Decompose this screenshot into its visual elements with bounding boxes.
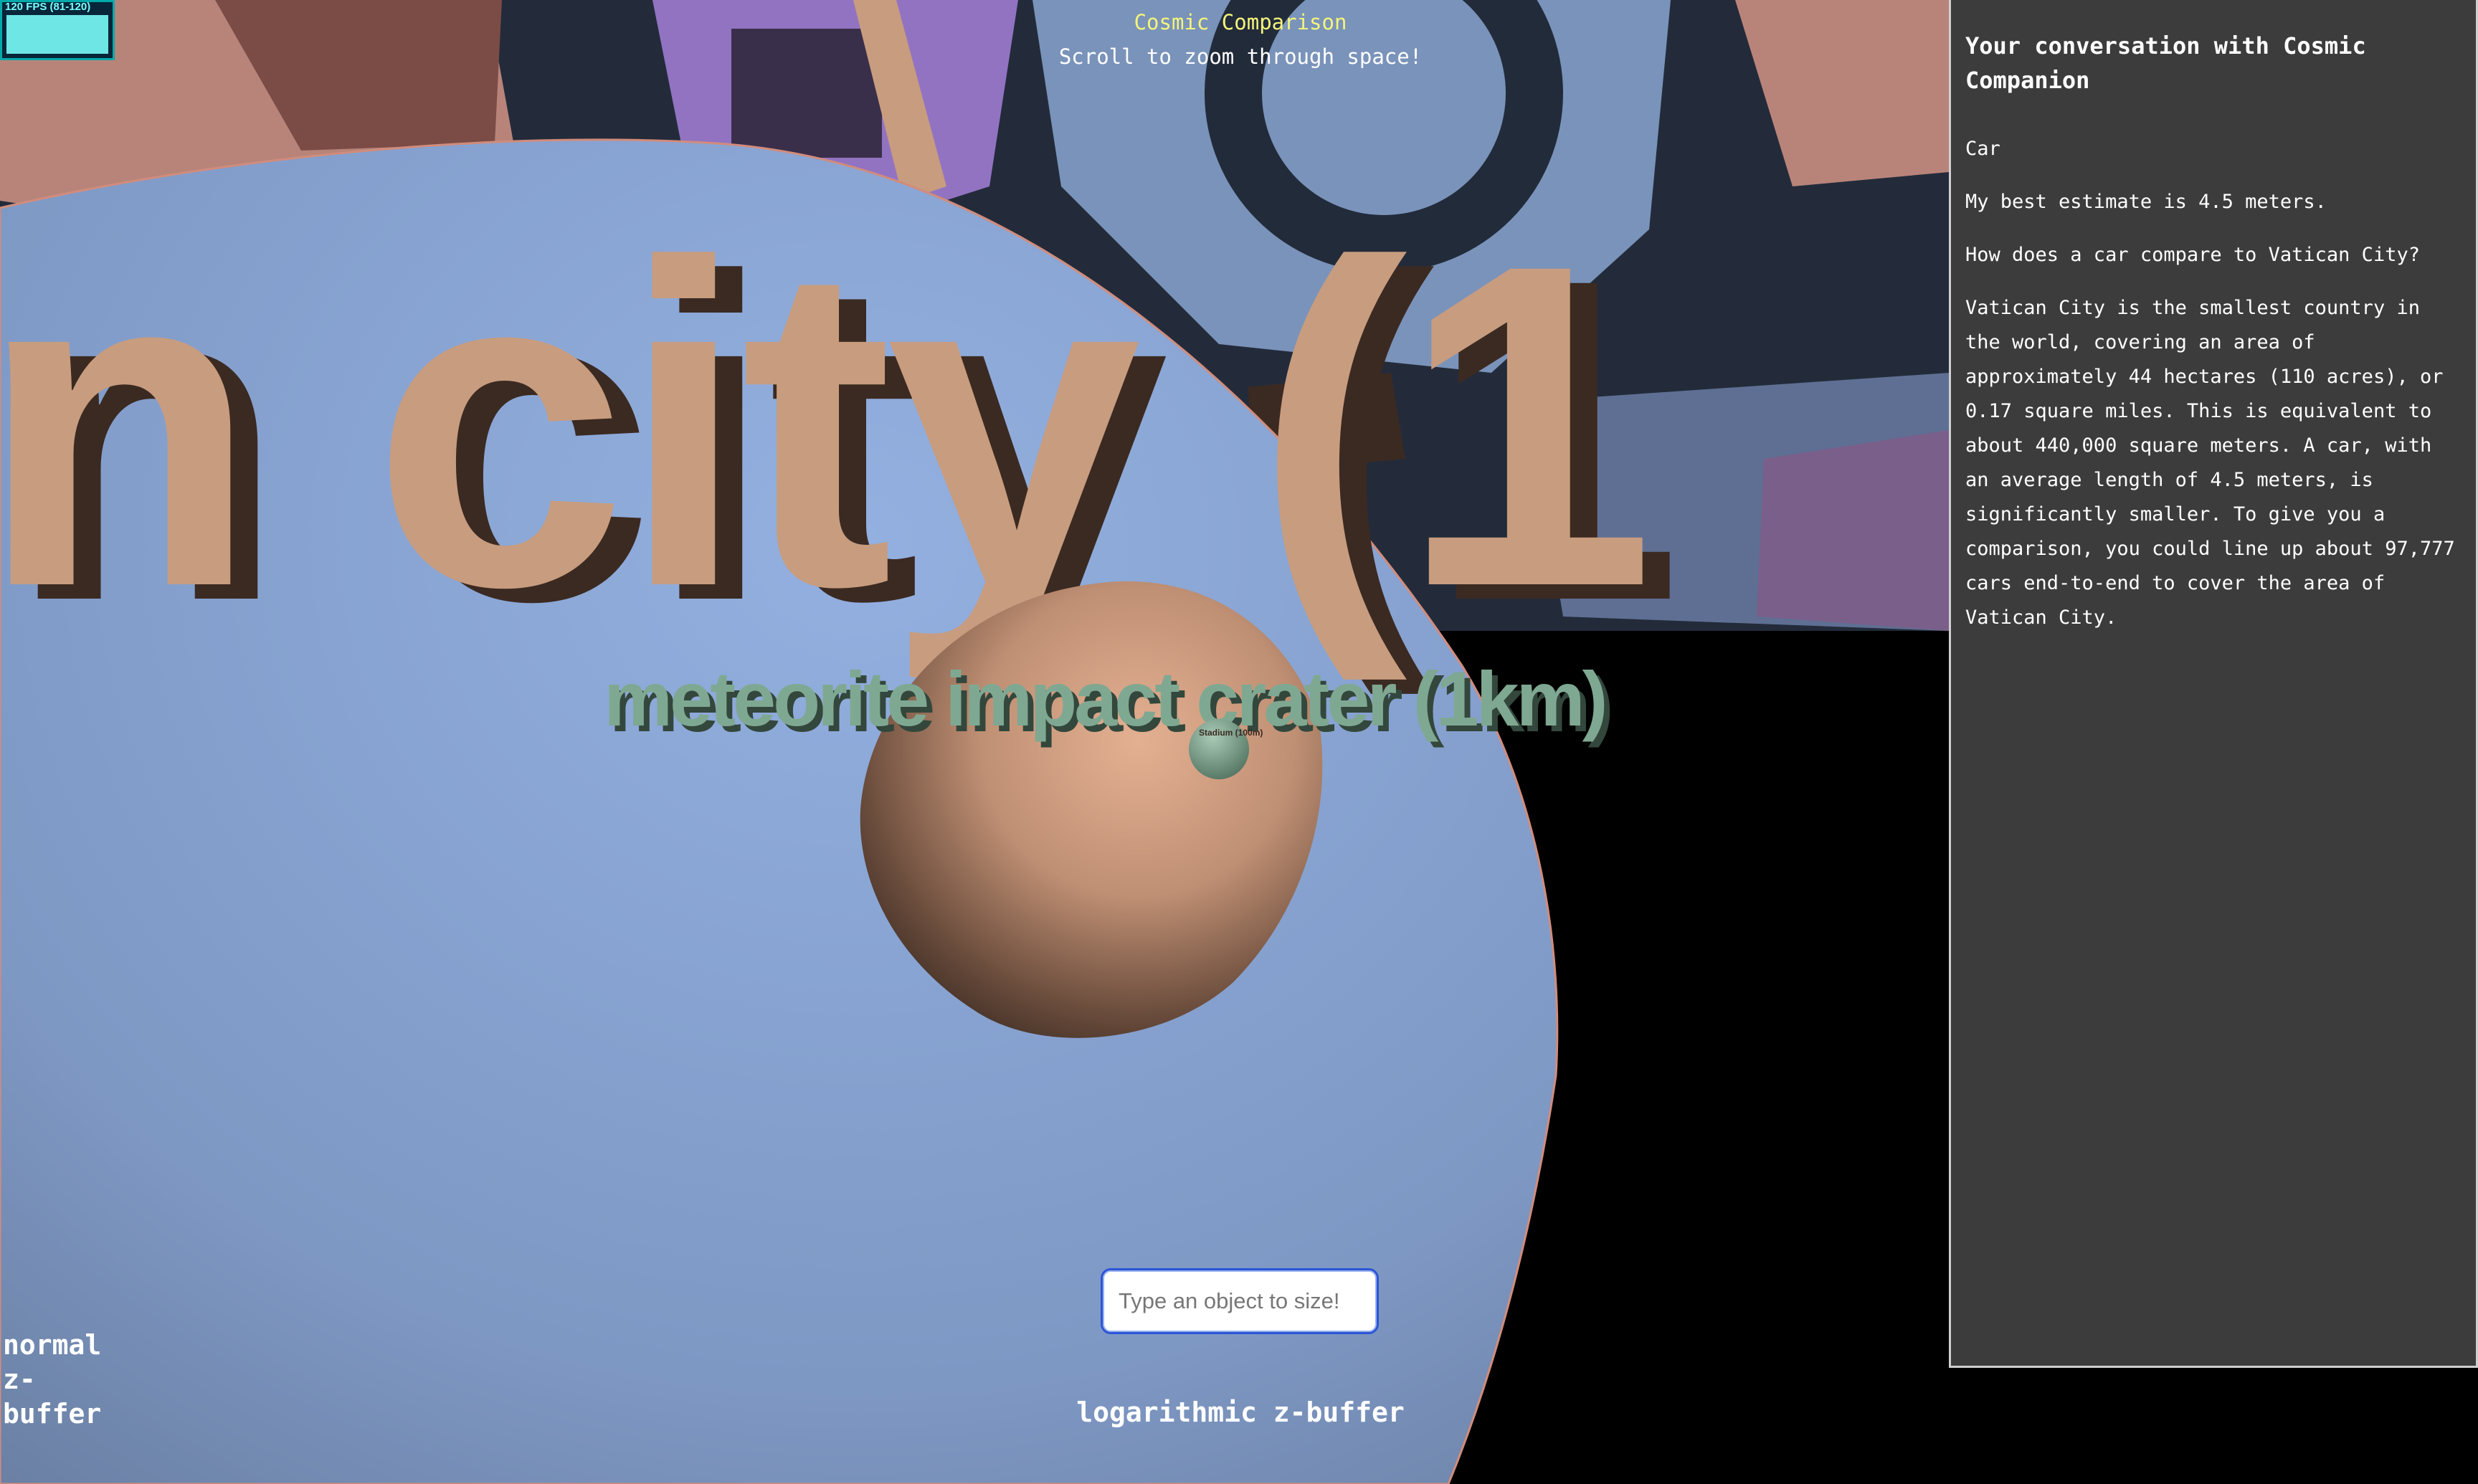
fps-graph (6, 15, 108, 54)
vatican-city-3d-label: n city (1 n city (1 (0, 169, 1682, 699)
fps-text: 120 FPS (81-120) (5, 1, 91, 13)
fps-meter: 120 FPS (81-120) (0, 0, 115, 60)
page-subtitle: Scroll to zoom through space! (1058, 44, 1423, 69)
object-search-input[interactable] (1103, 1270, 1377, 1332)
logarithmic-zbuffer-label: logarithmic z-buffer (1076, 1397, 1405, 1428)
chat-message: My best estimate is 4.5 meters. (1965, 191, 2327, 213)
normal-zbuffer-label: normal z-buffer (3, 1329, 102, 1430)
vatican-city-label: n city (1 (0, 169, 1648, 685)
chat-message: Vatican City is the smallest country in … (1965, 297, 2455, 629)
chat-message: How does a car compare to Vatican City? (1965, 244, 2420, 266)
crater-label: meteorite impact crater (1km) (604, 655, 1605, 742)
object-search-box[interactable] (1101, 1268, 1379, 1334)
chat-title: Your conversation with Cosmic Companion (1965, 32, 2366, 94)
stadium-label: Stadium (100m) (1199, 728, 1263, 738)
chat-message: Car (1965, 138, 2000, 160)
page-title: Cosmic Comparison (1134, 10, 1347, 34)
crater-3d-label: meteorite impact crater (1km) meteorite … (604, 655, 1614, 748)
chat-panel[interactable]: Your conversation with Cosmic Companion … (1949, 0, 2478, 1368)
